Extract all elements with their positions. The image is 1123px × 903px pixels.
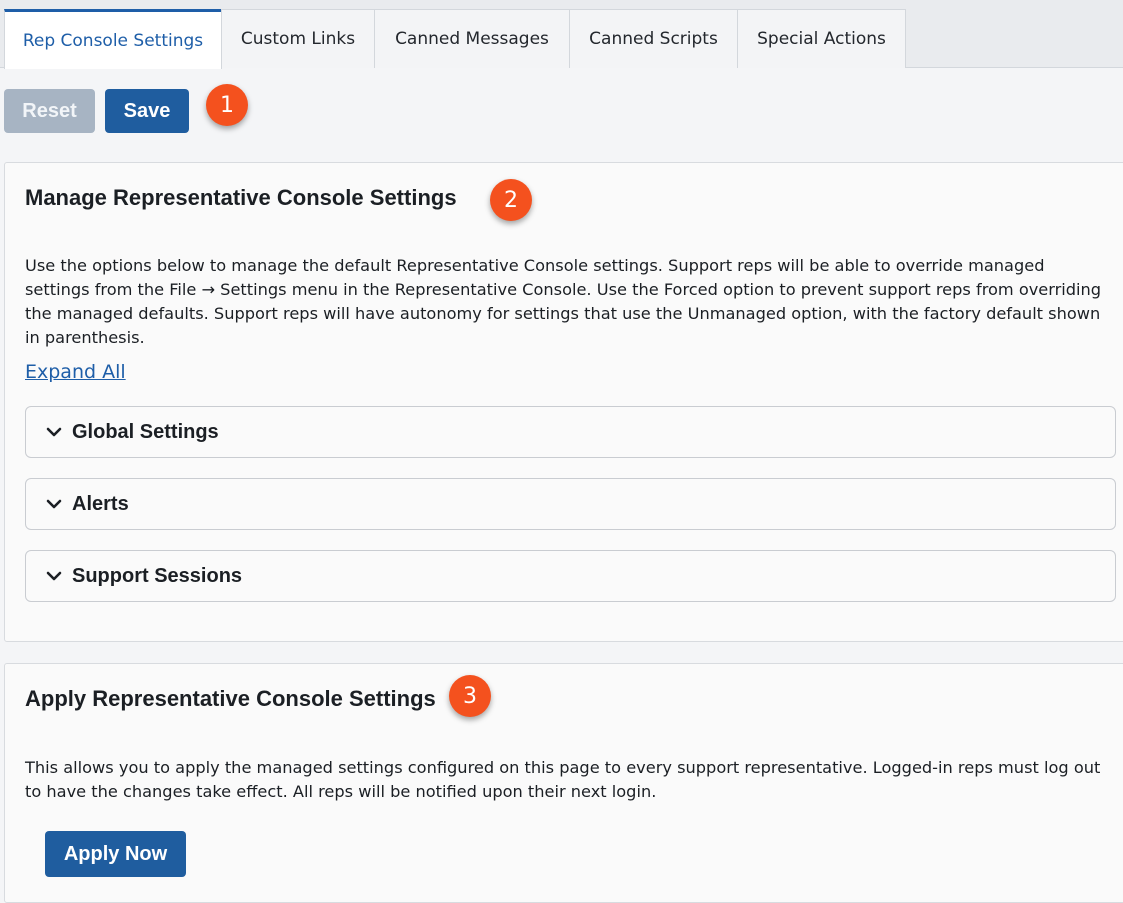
tab-rep-console-settings[interactable]: Rep Console Settings — [4, 9, 222, 69]
tab-label: Rep Console Settings — [22, 30, 204, 51]
tab-label: Canned Scripts — [589, 29, 718, 49]
tab-custom-links[interactable]: Custom Links — [221, 9, 375, 68]
chevron-down-icon — [46, 571, 62, 581]
step-badge-1: 1 — [206, 84, 248, 126]
expand-all-link[interactable]: Expand All — [25, 361, 126, 383]
tab-canned-scripts[interactable]: Canned Scripts — [569, 9, 738, 68]
chevron-down-icon — [46, 427, 62, 437]
accordion-alerts[interactable]: Alerts — [25, 478, 1116, 530]
apply-settings-description: This allows you to apply the managed set… — [25, 758, 1101, 801]
step-badge-3: 3 — [449, 675, 491, 717]
accordion-global-settings[interactable]: Global Settings — [25, 406, 1116, 458]
accordion-label: Global Settings — [72, 420, 219, 443]
tab-label: Canned Messages — [395, 29, 549, 49]
save-button[interactable]: Save — [105, 89, 189, 133]
step-badge-2: 2 — [490, 179, 532, 221]
apply-now-button[interactable]: Apply Now — [45, 831, 186, 877]
manage-settings-title: Manage Representative Console Settings — [25, 185, 457, 210]
accordion-support-sessions[interactable]: Support Sessions — [25, 550, 1116, 602]
apply-settings-title: Apply Representative Console Settings — [25, 686, 436, 711]
accordion-label: Alerts — [72, 492, 129, 515]
tab-label: Custom Links — [240, 29, 356, 49]
chevron-down-icon — [46, 499, 62, 509]
tab-special-actions[interactable]: Special Actions — [737, 9, 906, 68]
reset-button[interactable]: Reset — [4, 89, 95, 133]
manage-settings-description: Use the options below to manage the defa… — [25, 256, 1102, 347]
tab-bar: Rep Console Settings Custom Links Canned… — [0, 0, 1123, 69]
tab-label: Special Actions — [757, 29, 886, 49]
accordion-label: Support Sessions — [72, 564, 243, 587]
tab-canned-messages[interactable]: Canned Messages — [374, 9, 570, 68]
